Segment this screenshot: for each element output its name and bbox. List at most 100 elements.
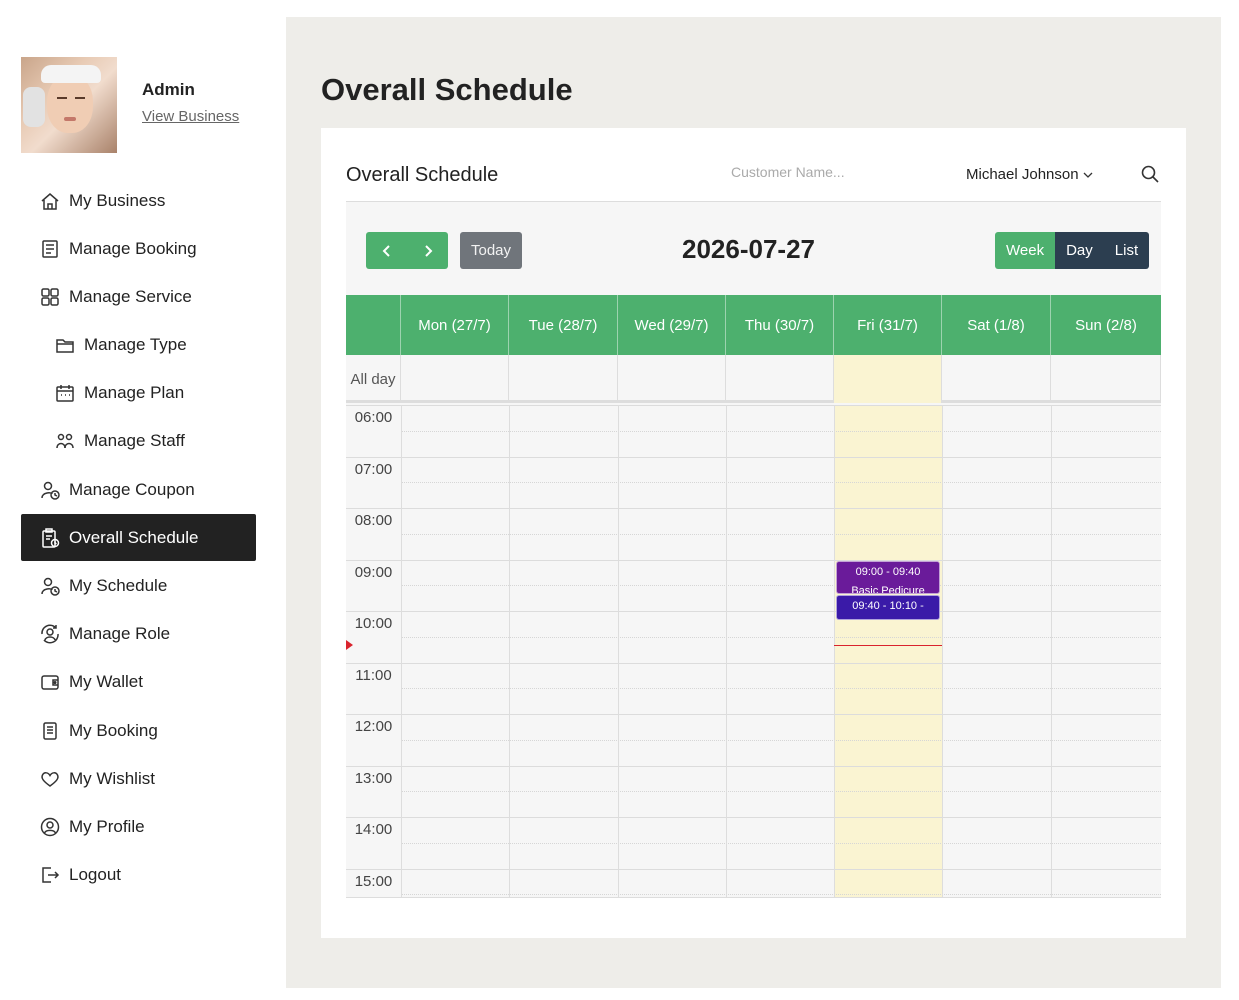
search-icon — [1141, 165, 1159, 183]
time-label: 13:00 — [354, 769, 393, 787]
sidebar-item-my-booking[interactable]: My Booking — [21, 707, 256, 754]
sidebar-item-logout[interactable]: Logout — [21, 852, 256, 899]
sidebar-item-label: Manage Coupon — [69, 479, 195, 499]
sidebar-item-manage-booking[interactable]: Manage Booking — [21, 225, 256, 272]
all-day-cell[interactable] — [942, 355, 1051, 403]
hour-line — [346, 765, 1161, 767]
sidebar-item-manage-role[interactable]: Manage Role — [21, 611, 256, 658]
time-label: 06:00 — [354, 409, 393, 426]
calendar-event[interactable]: 09:00 - 09:40 Basic Pedicure — [836, 560, 940, 594]
all-day-cell[interactable] — [834, 355, 942, 403]
hour-line — [346, 817, 1161, 818]
column-divider — [834, 405, 835, 897]
user-circle-icon — [39, 816, 61, 838]
all-day-row: All day — [346, 355, 1161, 403]
all-day-label: All day — [346, 355, 401, 403]
hour-line — [346, 559, 1161, 561]
day-header[interactable]: Sun (2/8) — [1051, 295, 1161, 355]
time-label: 14:00 — [354, 821, 393, 838]
today-button[interactable]: Today — [460, 232, 522, 269]
half-hour-line — [401, 791, 1161, 793]
now-indicator-line — [834, 645, 942, 647]
sidebar-item-label: My Profile — [69, 816, 145, 836]
day-header[interactable]: Sat (1/8) — [942, 295, 1051, 355]
view-day-button[interactable]: Day — [1055, 232, 1104, 269]
heart-icon — [39, 768, 61, 790]
sidebar-item-manage-coupon[interactable]: Manage Coupon — [21, 466, 256, 513]
all-day-cell[interactable] — [401, 355, 509, 403]
day-header[interactable]: Fri (31/7) — [834, 295, 942, 355]
staff-select[interactable]: Michael Johnson — [966, 166, 1093, 183]
day-header[interactable]: Thu (30/7) — [726, 295, 834, 355]
view-week-button[interactable]: Week — [995, 232, 1056, 269]
prev-week-button[interactable] — [366, 232, 407, 269]
search-button[interactable] — [1140, 164, 1160, 184]
staff-select-value: Michael Johnson — [966, 166, 1079, 183]
main-content: Overall Schedule Overall Schedule Michae… — [286, 17, 1221, 988]
chevron-down-icon — [1083, 172, 1093, 178]
event-time: 09:00 - 09:40 — [855, 565, 921, 578]
all-day-cell[interactable] — [618, 355, 726, 403]
sidebar-item-label: Manage Type — [84, 335, 187, 355]
half-hour-line — [401, 894, 1161, 896]
day-header[interactable]: Mon (27/7) — [401, 295, 509, 355]
sidebar-item-label: Manage Booking — [69, 238, 197, 258]
today-column — [834, 405, 942, 897]
half-hour-line — [401, 636, 1161, 638]
hour-line — [346, 456, 1161, 458]
sidebar-item-manage-plan[interactable]: Manage Plan — [21, 370, 256, 417]
view-business-link[interactable]: View Business — [142, 108, 239, 125]
next-week-button[interactable] — [407, 232, 448, 269]
customer-name-input[interactable] — [731, 164, 881, 180]
time-label: 15:00 — [354, 872, 393, 890]
sidebar-item-my-schedule[interactable]: My Schedule — [21, 563, 256, 610]
sidebar-item-my-wallet[interactable]: My Wallet — [21, 659, 256, 706]
day-header[interactable]: Wed (29/7) — [618, 295, 726, 355]
staff-icon — [54, 430, 76, 452]
sidebar-item-label: My Wishlist — [69, 768, 155, 788]
sidebar-item-label: My Schedule — [69, 576, 168, 595]
sidebar-item-my-business[interactable]: My Business — [21, 177, 256, 224]
hour-line — [346, 868, 1161, 870]
day-header-row: Mon (27/7) Tue (28/7) Wed (29/7) Thu (30/7)… — [346, 295, 1161, 355]
sidebar: Admin View Business My Business Manage Bo… — [0, 0, 286, 1000]
view-list-button[interactable]: List — [1103, 232, 1150, 269]
time-label: 07:00 — [354, 460, 393, 478]
time-grid: 06:00 07:00 08:00 09:00 10:00 11:00 12:00 13:00… — [346, 405, 1161, 897]
sidebar-item-label: Logout — [69, 865, 121, 885]
all-day-cell[interactable] — [1051, 355, 1161, 403]
time-label: 10:00 — [354, 615, 393, 632]
sidebar-item-manage-service[interactable]: Manage Service — [21, 273, 256, 320]
calendar-event[interactable]: 09:40 - 10:10 - Nail Art Design — [836, 594, 940, 620]
day-header[interactable]: Tue (28/7) — [509, 295, 618, 355]
sidebar-item-manage-type[interactable]: Manage Type — [21, 322, 256, 369]
logout-icon — [39, 864, 61, 886]
sidebar-item-manage-staff[interactable]: Manage Staff — [21, 418, 256, 465]
all-day-cell[interactable] — [509, 355, 618, 403]
profile-name: Admin — [142, 80, 195, 99]
half-hour-line — [401, 739, 1161, 741]
sidebar-item-my-wishlist[interactable]: My Wishlist — [21, 755, 256, 802]
hour-line — [346, 508, 1161, 509]
page-title: Overall Schedule — [321, 72, 573, 107]
user-clock-icon — [39, 479, 61, 501]
sidebar-item-my-profile[interactable]: My Profile — [21, 803, 256, 850]
sidebar-item-label: Manage Role — [69, 624, 171, 644]
half-hour-line — [401, 533, 1161, 535]
document-icon — [39, 720, 61, 742]
time-label: 08:00 — [354, 512, 393, 529]
sidebar-item-overall-schedule[interactable]: Overall Schedule — [21, 514, 256, 562]
user-cycle-icon — [39, 623, 61, 645]
half-hour-line — [401, 688, 1161, 690]
all-day-cell[interactable] — [726, 355, 834, 403]
half-hour-line — [401, 585, 1161, 587]
card-title: Overall Schedule — [346, 164, 499, 186]
event-title: Nail Art Design — [837, 616, 939, 619]
column-divider — [618, 405, 619, 897]
view-switcher: Week Day List — [995, 232, 1150, 269]
schedule-card: Overall Schedule Michael Johnson Today 2… — [321, 128, 1186, 938]
user-clock-icon — [39, 575, 61, 597]
half-hour-line — [401, 430, 1161, 432]
sidebar-item-label: Manage Plan — [84, 383, 185, 403]
header-time-gutter — [346, 295, 401, 355]
